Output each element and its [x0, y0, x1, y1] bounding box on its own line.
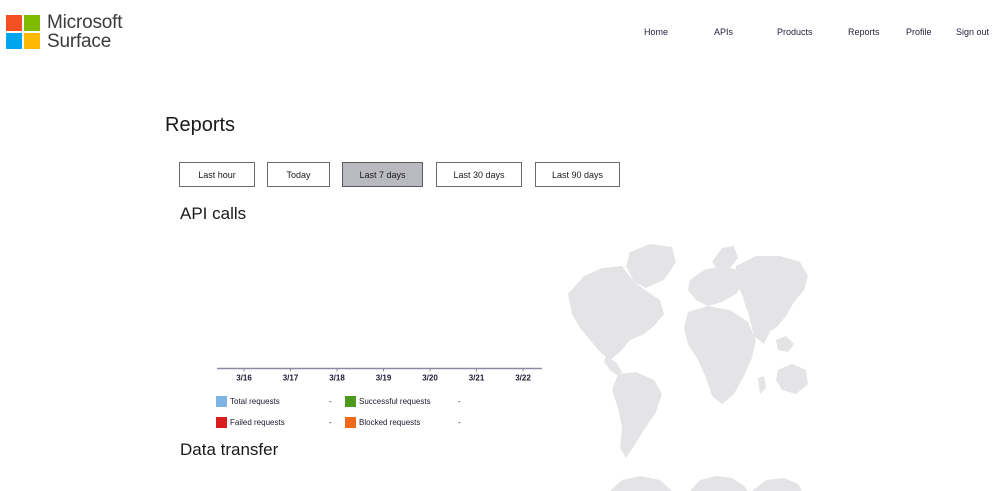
- x-tick-label: 3/17: [283, 374, 299, 383]
- successful-requests-swatch: [345, 395, 356, 407]
- failed-requests-swatch: [216, 416, 227, 428]
- data-transfer-title: Data transfer: [180, 440, 279, 459]
- legend-total-requests-label: Total requests: [230, 396, 280, 406]
- blocked-requests-swatch: [345, 416, 356, 428]
- legend-blocked-requests: Blocked requests: [345, 416, 420, 428]
- legend-successful-requests-label: Successful requests: [359, 396, 431, 406]
- legend-blocked-requests-label: Blocked requests: [359, 417, 421, 427]
- total-requests-swatch: [216, 395, 227, 407]
- x-tick-label: 3/18: [329, 374, 345, 383]
- x-tick-label: 3/20: [422, 374, 438, 383]
- legend-total-requests: Total requests: [216, 395, 280, 407]
- legend-failed-requests: Failed requests: [216, 416, 285, 428]
- legend-successful-requests: Successful requests: [345, 395, 431, 407]
- x-tick-label: 3/16: [236, 374, 252, 383]
- legend-failed-requests-value: -: [329, 418, 332, 427]
- legend-successful-requests-value: -: [458, 397, 461, 406]
- x-tick-label: 3/22: [515, 374, 531, 383]
- legend-total-requests-value: -: [329, 397, 332, 406]
- x-tick-label: 3/21: [469, 374, 485, 383]
- x-tick-label: 3/19: [376, 374, 392, 383]
- api-calls-x-ticks: 3/16 3/17 3/18 3/19 3/20 3/21 3/22: [236, 368, 531, 383]
- legend-blocked-requests-value: -: [458, 418, 461, 427]
- legend-failed-requests-label: Failed requests: [230, 417, 285, 427]
- api-calls-chart: 3/16 3/17 3/18 3/19 3/20 3/21 3/22: [217, 367, 542, 383]
